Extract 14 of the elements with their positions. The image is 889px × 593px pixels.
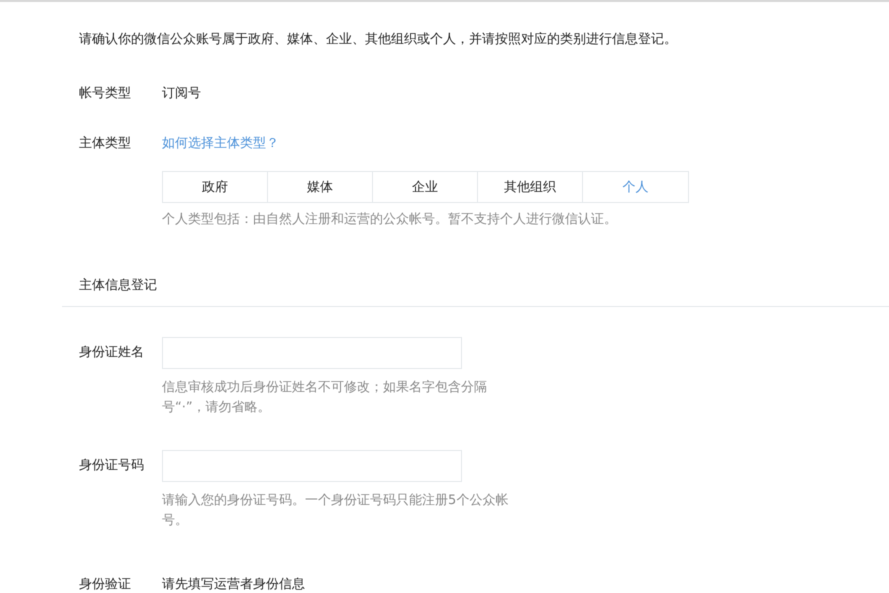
field-label: 身份证号码	[79, 457, 145, 475]
hint-text: 信息审核成功后身份证姓名不可修改；如果名字包含分隔号“·”，请勿省略。	[162, 379, 488, 417]
field-label: 身份证姓名	[79, 344, 145, 362]
field-value: 请先填写运营者身份信息	[162, 576, 305, 593]
intro-text: 请确认你的微信公众账号属于政府、媒体、企业、其他组织或个人，并请按照对应的类别进行信息登记。	[79, 31, 678, 49]
field-label: 身份验证	[79, 576, 132, 593]
hint-text: 请输入您的身份证号码。一个身份证号码只能注册5个公众帐号。	[162, 492, 510, 530]
section-title: 主体信息登记	[79, 277, 158, 295]
hint-text: 个人类型包括：由自然人注册和运营的公众帐号。暂不支持个人进行微信认证。	[162, 211, 617, 229]
input-field[interactable]	[162, 337, 462, 369]
field-label: 帐号类型	[79, 85, 132, 103]
field-label: 主体类型	[79, 135, 132, 153]
field-value: 订阅号	[162, 85, 201, 103]
input-field[interactable]	[162, 450, 462, 482]
